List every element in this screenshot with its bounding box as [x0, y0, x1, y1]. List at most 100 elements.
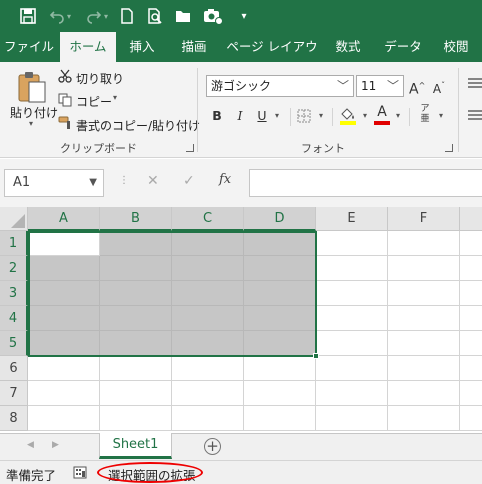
new-file-icon[interactable]	[117, 6, 137, 26]
cell-b1[interactable]	[100, 231, 172, 256]
cell-b6[interactable]	[100, 356, 172, 381]
cell-e4[interactable]	[316, 306, 388, 331]
fill-color-dropdown-icon[interactable]: ▾	[360, 105, 370, 127]
cell-d4[interactable]	[244, 306, 316, 331]
cell-f1[interactable]	[388, 231, 460, 256]
cell-a2[interactable]	[28, 256, 100, 281]
cell-a3[interactable]	[28, 281, 100, 306]
cell-f8[interactable]	[388, 406, 460, 431]
camera-icon[interactable]	[203, 6, 223, 26]
cell-e2[interactable]	[316, 256, 388, 281]
cell-g5[interactable]	[460, 331, 482, 356]
cell-d1[interactable]	[244, 231, 316, 256]
save-icon[interactable]	[18, 6, 38, 26]
copy-button[interactable]: コピー	[76, 93, 112, 110]
cell-g1[interactable]	[460, 231, 482, 256]
row-header-4[interactable]: 4	[0, 306, 28, 331]
row-header-3[interactable]: 3	[0, 281, 28, 306]
cell-e5[interactable]	[316, 331, 388, 356]
border-dropdown-icon[interactable]: ▾	[316, 105, 326, 127]
tab-insert[interactable]: 挿入	[118, 32, 166, 62]
font-color-dropdown-icon[interactable]: ▾	[393, 105, 403, 127]
cell-c7[interactable]	[172, 381, 244, 406]
cell-b7[interactable]	[100, 381, 172, 406]
cell-f2[interactable]	[388, 256, 460, 281]
sheet-prev-icon[interactable]: ◀	[27, 440, 34, 450]
cell-d6[interactable]	[244, 356, 316, 381]
sheet-tab[interactable]: Sheet1	[99, 433, 172, 459]
cell-b2[interactable]	[100, 256, 172, 281]
grow-font-button[interactable]: A^	[409, 75, 425, 98]
worksheet-grid[interactable]: A B C D E F 1 2 3 4 5 6 7 8	[0, 207, 482, 433]
align-top-icon[interactable]	[468, 78, 482, 93]
font-size-combo[interactable]: 11 ﹀	[356, 75, 404, 97]
cell-g2[interactable]	[460, 256, 482, 281]
name-box[interactable]: A1 ▼	[4, 169, 104, 197]
cell-b3[interactable]	[100, 281, 172, 306]
cell-f4[interactable]	[388, 306, 460, 331]
print-preview-icon[interactable]	[145, 6, 165, 26]
select-all-button[interactable]	[0, 207, 28, 231]
cell-c8[interactable]	[172, 406, 244, 431]
column-header-e[interactable]: E	[316, 207, 388, 231]
row-header-8[interactable]: 8	[0, 406, 28, 431]
border-icon[interactable]	[297, 109, 311, 126]
cell-d8[interactable]	[244, 406, 316, 431]
tab-draw[interactable]: 描画	[168, 32, 220, 62]
cell-g4[interactable]	[460, 306, 482, 331]
redo-dropdown-icon[interactable]: ▾	[101, 6, 111, 26]
cell-a8[interactable]	[28, 406, 100, 431]
paste-label[interactable]: 貼り付け	[10, 104, 58, 121]
tab-home[interactable]: ホーム	[60, 32, 116, 62]
column-header-d[interactable]: D	[244, 207, 316, 231]
phonetic-dropdown-icon[interactable]: ▾	[436, 105, 446, 127]
customize-qat-icon[interactable]: ▾	[234, 6, 254, 26]
shrink-font-button[interactable]: Aˇ	[431, 75, 447, 97]
enter-icon[interactable]: ✓	[183, 173, 195, 189]
column-header-f[interactable]: F	[388, 207, 460, 231]
column-header-a[interactable]: A	[28, 207, 100, 231]
cell-e3[interactable]	[316, 281, 388, 306]
cancel-icon[interactable]: ✕	[147, 173, 159, 189]
row-header-2[interactable]: 2	[0, 256, 28, 281]
formula-input[interactable]	[249, 169, 482, 197]
align-left-icon[interactable]	[468, 110, 482, 125]
copy-dropdown-icon[interactable]: ▾	[113, 93, 117, 102]
fill-color-icon[interactable]	[339, 106, 357, 129]
column-header-c[interactable]: C	[172, 207, 244, 231]
cell-a7[interactable]	[28, 381, 100, 406]
cell-e1[interactable]	[316, 231, 388, 256]
cut-button[interactable]: 切り取り	[76, 70, 124, 87]
cell-c2[interactable]	[172, 256, 244, 281]
fill-handle[interactable]	[313, 353, 319, 359]
cell-e6[interactable]	[316, 356, 388, 381]
row-header-7[interactable]: 7	[0, 381, 28, 406]
add-sheet-button[interactable]: +	[204, 438, 221, 455]
cell-f5[interactable]	[388, 331, 460, 356]
clipboard-dialog-launcher-icon[interactable]	[186, 144, 194, 152]
bold-button[interactable]: B	[208, 105, 226, 127]
cell-d3[interactable]	[244, 281, 316, 306]
cell-g3[interactable]	[460, 281, 482, 306]
cell-a4[interactable]	[28, 306, 100, 331]
format-painter-button[interactable]: 書式のコピー/貼り付け	[76, 117, 200, 134]
cell-f3[interactable]	[388, 281, 460, 306]
row-header-5[interactable]: 5	[0, 331, 28, 356]
underline-dropdown-icon[interactable]: ▾	[272, 105, 282, 127]
cell-e7[interactable]	[316, 381, 388, 406]
cell-g8[interactable]	[460, 406, 482, 431]
underline-button[interactable]: U	[254, 105, 270, 127]
macro-record-icon[interactable]	[73, 466, 87, 479]
cell-c4[interactable]	[172, 306, 244, 331]
sheet-next-icon[interactable]: ▶	[52, 440, 59, 450]
cell-f7[interactable]	[388, 381, 460, 406]
cell-c6[interactable]	[172, 356, 244, 381]
tab-page-layout[interactable]: ページ レイアウト	[222, 32, 322, 84]
italic-button[interactable]: I	[232, 105, 248, 127]
column-header-g[interactable]	[460, 207, 482, 231]
insert-function-button[interactable]: fx	[219, 172, 231, 187]
cell-e8[interactable]	[316, 406, 388, 431]
cell-f6[interactable]	[388, 356, 460, 381]
cell-b8[interactable]	[100, 406, 172, 431]
cell-c1[interactable]	[172, 231, 244, 256]
